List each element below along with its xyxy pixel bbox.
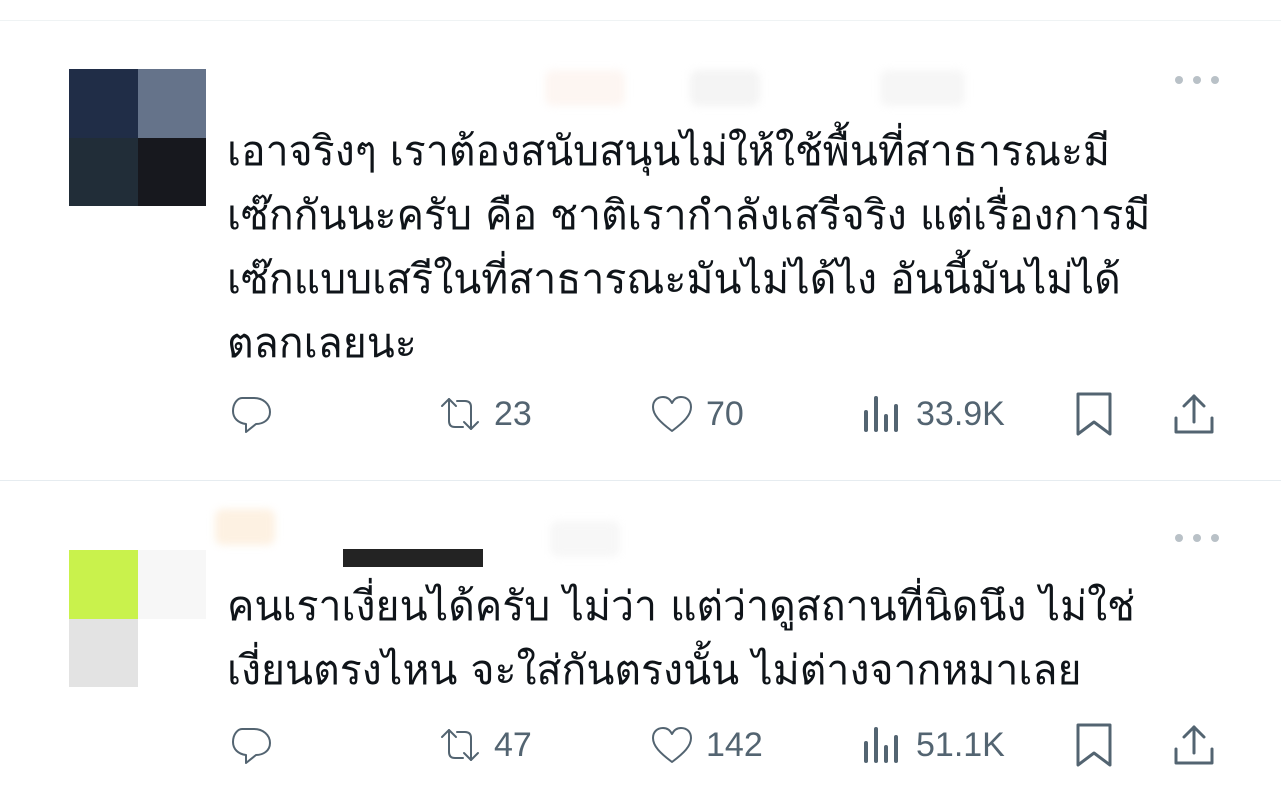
avatar-pixel [137, 618, 206, 687]
like-button[interactable]: 142 [648, 717, 763, 773]
views-button[interactable]: 51.1K [858, 717, 1005, 773]
more-dot [1193, 76, 1201, 84]
more-dot [1211, 76, 1219, 84]
reply-icon [232, 728, 271, 764]
views-count: 51.1K [916, 725, 1005, 764]
bookmark-icon [1076, 392, 1112, 436]
blurred-username[interactable] [690, 70, 760, 106]
heart-icon [652, 396, 692, 432]
avatar-pixel [137, 69, 206, 138]
retweet-button[interactable]: 47 [436, 717, 532, 773]
share-button[interactable] [1170, 386, 1218, 442]
blurred-username[interactable] [343, 549, 483, 567]
more-dot [1211, 534, 1219, 542]
bookmark-button[interactable] [1070, 386, 1118, 442]
share-icon [1174, 725, 1214, 765]
views-icon [864, 727, 898, 763]
tweet-actions: 47 142 51.1K [0, 717, 1281, 773]
avatar-pixel [69, 69, 138, 138]
bookmark-button[interactable] [1070, 717, 1118, 773]
more-dot [1193, 534, 1201, 542]
timeline-feed: เอาจริงๆ เราต้องสนับสนุนไม่ให้ใช้พื้นที่… [0, 0, 1281, 800]
like-count: 70 [706, 394, 744, 433]
top-border [0, 20, 1281, 21]
avatar-pixel [69, 618, 138, 687]
more-dot [1175, 76, 1183, 84]
avatar[interactable] [69, 550, 206, 687]
heart-icon [652, 727, 692, 763]
retweet-count: 47 [494, 725, 532, 764]
avatar-pixel [137, 550, 206, 619]
retweet-icon [441, 729, 479, 761]
reply-button[interactable] [228, 717, 276, 773]
tweet[interactable]: เอาจริงๆ เราต้องสนับสนุนไม่ให้ใช้พื้นที่… [0, 22, 1281, 480]
avatar-pixel [69, 550, 138, 619]
more-icon[interactable] [1175, 527, 1219, 549]
tweet-actions: 23 70 33.9K [0, 386, 1281, 442]
avatar[interactable] [69, 69, 206, 206]
views-button[interactable]: 33.9K [858, 386, 1005, 442]
blurred-display-name[interactable] [215, 509, 275, 545]
like-button[interactable]: 70 [648, 386, 744, 442]
views-count: 33.9K [916, 394, 1005, 433]
retweet-icon [441, 398, 479, 430]
reply-button[interactable] [228, 386, 276, 442]
blurred-timestamp[interactable] [550, 521, 620, 557]
tweet-text: เอาจริงๆ เราต้องสนับสนุนไม่ให้ใช้พื้นที่… [227, 127, 1151, 367]
reply-icon [232, 397, 271, 433]
blurred-display-name[interactable] [545, 70, 625, 106]
bookmark-icon [1076, 723, 1112, 767]
tweet-text: คนเราเงี่ยนได้ครับ ไม่ว่า แต่ว่าดูสถานที… [227, 582, 1135, 694]
retweet-count: 23 [494, 394, 532, 433]
views-icon [864, 396, 898, 432]
tweet[interactable]: คนเราเงี่ยนได้ครับ ไม่ว่า แต่ว่าดูสถานที… [0, 481, 1281, 800]
retweet-button[interactable]: 23 [436, 386, 532, 442]
share-icon [1174, 394, 1214, 434]
more-dot [1175, 534, 1183, 542]
avatar-pixel [69, 137, 138, 206]
share-button[interactable] [1170, 717, 1218, 773]
more-icon[interactable] [1175, 69, 1219, 91]
blurred-timestamp[interactable] [880, 70, 965, 106]
like-count: 142 [706, 725, 763, 764]
avatar-pixel [137, 137, 206, 206]
